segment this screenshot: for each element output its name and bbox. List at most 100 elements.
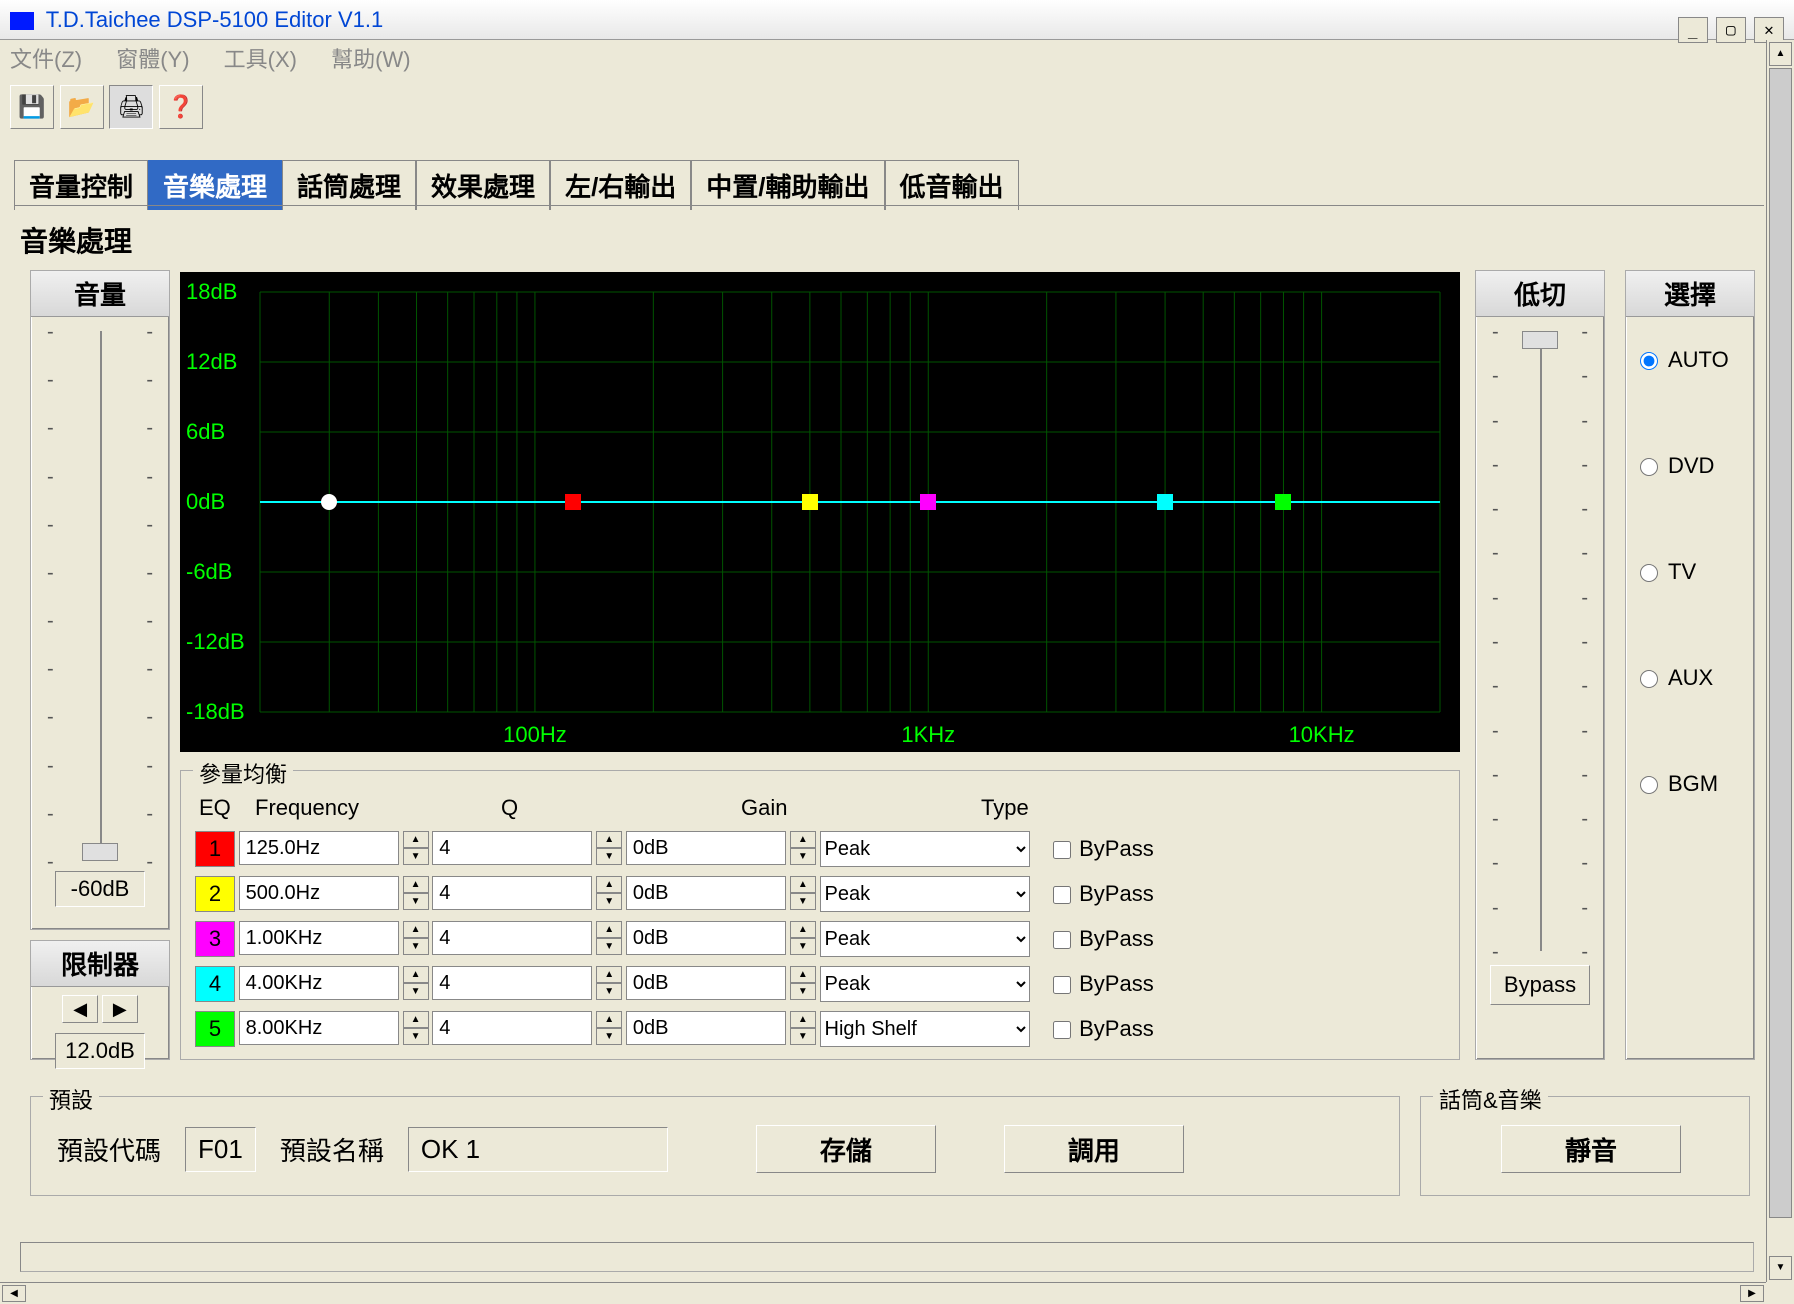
vscroll-thumb[interactable] [1769,68,1792,1218]
eq-q-input[interactable] [432,831,592,865]
vertical-scrollbar[interactable]: ▲ ▼ [1766,40,1794,1282]
radio-input[interactable] [1640,670,1658,688]
eq-freq-input[interactable] [239,831,399,865]
low-cut-slider[interactable]: ------------------------------ [1476,331,1604,951]
eq-gain-input[interactable] [626,831,786,865]
select-option-aux[interactable]: AUX [1640,665,1754,691]
eq-marker-EQ1[interactable] [565,494,581,510]
eq-bypass-checkbox[interactable] [1053,886,1071,904]
eq-gain-input[interactable] [626,876,786,910]
spin-up[interactable]: ▲ [596,966,622,983]
spin-up[interactable]: ▲ [403,966,429,983]
help-icon[interactable]: ❓ [159,85,203,129]
spin-down[interactable]: ▼ [790,848,816,865]
eq-bypass-checkbox[interactable] [1053,1021,1071,1039]
scroll-left-button[interactable]: ◀ [2,1285,26,1302]
spin-up[interactable]: ▲ [403,876,429,893]
open-icon[interactable]: 📂 [60,85,104,129]
select-option-auto[interactable]: AUTO [1640,347,1754,373]
tab-0[interactable]: 音量控制 [14,160,148,210]
select-option-bgm[interactable]: BGM [1640,771,1754,797]
limiter-increase[interactable]: ▶ [102,995,138,1023]
spin-down[interactable]: ▼ [596,893,622,910]
spin-down[interactable]: ▼ [403,983,429,1000]
eq-type-select[interactable]: High Shelf [820,1011,1030,1047]
radio-input[interactable] [1640,776,1658,794]
spin-up[interactable]: ▲ [790,876,816,893]
spin-down[interactable]: ▼ [403,1028,429,1045]
spin-down[interactable]: ▼ [790,893,816,910]
tab-2[interactable]: 話筒處理 [282,160,416,210]
eq-bypass-checkbox[interactable] [1053,931,1071,949]
eq-freq-input[interactable] [239,876,399,910]
scroll-down-button[interactable]: ▼ [1769,1256,1792,1280]
mute-button[interactable]: 靜音 [1501,1125,1681,1173]
eq-type-select[interactable]: Peak [820,921,1030,957]
maximize-button[interactable]: ▢ [1716,17,1746,43]
tab-3[interactable]: 效果處理 [416,160,550,210]
eq-q-input[interactable] [432,921,592,955]
radio-input[interactable] [1640,458,1658,476]
eq-bypass-checkbox[interactable] [1053,976,1071,994]
eq-marker-EQ5[interactable] [1275,494,1291,510]
menu-tool[interactable]: 工具(X) [224,47,297,72]
eq-gain-input[interactable] [626,966,786,1000]
scroll-right-button[interactable]: ▶ [1740,1285,1764,1302]
eq-type-select[interactable]: Peak [820,876,1030,912]
spin-down[interactable]: ▼ [790,983,816,1000]
eq-marker-start[interactable] [321,494,337,510]
spin-down[interactable]: ▼ [596,1028,622,1045]
eq-gain-input[interactable] [626,921,786,955]
preset-save-button[interactable]: 存儲 [756,1125,936,1173]
eq-gain-input[interactable] [626,1011,786,1045]
spin-up[interactable]: ▲ [596,921,622,938]
eq-q-input[interactable] [432,966,592,1000]
limiter-decrease[interactable]: ◀ [62,995,98,1023]
menu-file[interactable]: 文件(Z) [10,47,82,72]
select-option-tv[interactable]: TV [1640,559,1754,585]
print-icon[interactable]: 🖨 [109,85,153,129]
horizontal-scrollbar[interactable]: ◀ ▶ [0,1282,1766,1304]
eq-type-select[interactable]: Peak [820,831,1030,867]
preset-load-button[interactable]: 調用 [1004,1125,1184,1173]
close-button[interactable]: ✕ [1754,17,1784,43]
minimize-button[interactable]: _ [1678,17,1708,43]
spin-up[interactable]: ▲ [596,831,622,848]
volume-slider[interactable]: ------------------------ [31,331,169,861]
spin-up[interactable]: ▲ [596,876,622,893]
eq-graph[interactable]: 18dB12dB6dB0dB-6dB-12dB-18dB100Hz1KHz10K… [180,272,1460,752]
tab-5[interactable]: 中置/輔助輸出 [691,160,884,210]
spin-up[interactable]: ▲ [403,921,429,938]
spin-down[interactable]: ▼ [596,938,622,955]
scroll-up-button[interactable]: ▲ [1769,42,1792,66]
tab-4[interactable]: 左/右輸出 [550,160,691,210]
spin-up[interactable]: ▲ [596,1011,622,1028]
save-icon[interactable]: 💾 [10,85,54,129]
eq-marker-EQ3[interactable] [920,494,936,510]
spin-down[interactable]: ▼ [790,1028,816,1045]
radio-input[interactable] [1640,352,1658,370]
menu-help[interactable]: 幫助(W) [331,47,410,72]
eq-marker-EQ4[interactable] [1157,494,1173,510]
eq-marker-EQ2[interactable] [802,494,818,510]
spin-up[interactable]: ▲ [790,1011,816,1028]
select-option-dvd[interactable]: DVD [1640,453,1754,479]
low-cut-bypass-button[interactable]: Bypass [1490,965,1590,1005]
eq-type-select[interactable]: Peak [820,966,1030,1002]
spin-down[interactable]: ▼ [403,893,429,910]
spin-up[interactable]: ▲ [790,831,816,848]
tab-6[interactable]: 低音輸出 [885,160,1019,210]
eq-freq-input[interactable] [239,921,399,955]
radio-input[interactable] [1640,564,1658,582]
eq-bypass-checkbox[interactable] [1053,841,1071,859]
eq-q-input[interactable] [432,876,592,910]
eq-freq-input[interactable] [239,966,399,1000]
spin-up[interactable]: ▲ [790,966,816,983]
spin-down[interactable]: ▼ [403,848,429,865]
spin-down[interactable]: ▼ [596,848,622,865]
spin-down[interactable]: ▼ [596,983,622,1000]
eq-q-input[interactable] [432,1011,592,1045]
spin-up[interactable]: ▲ [790,921,816,938]
tab-1[interactable]: 音樂處理 [148,160,282,210]
spin-up[interactable]: ▲ [403,1011,429,1028]
